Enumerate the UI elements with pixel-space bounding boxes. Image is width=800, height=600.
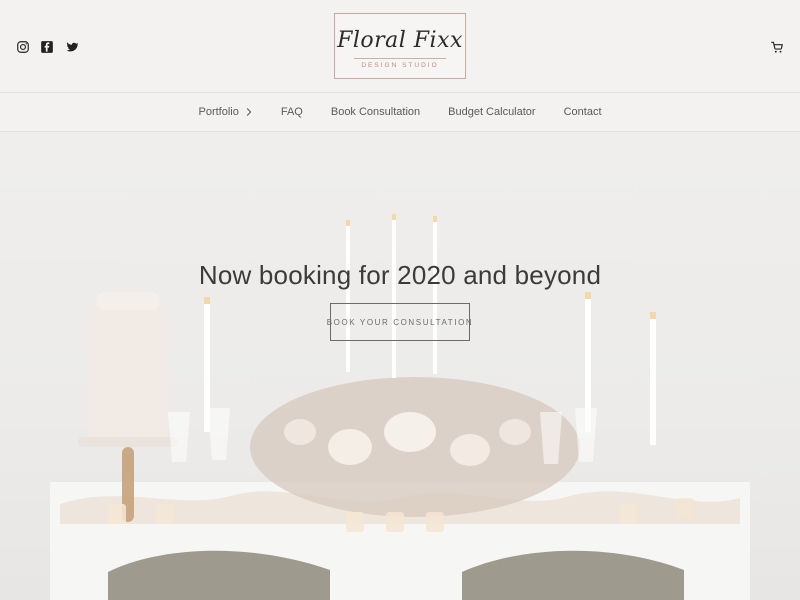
logo-subtext: DESIGN STUDIO <box>361 61 439 69</box>
twitter-glyph <box>66 42 78 52</box>
nav-item-label: Portfolio <box>198 106 239 118</box>
nav-item-label: Book Consultation <box>330 106 421 118</box>
twitter-icon[interactable] <box>64 40 78 54</box>
nav-item-book-consultation[interactable]: Book Consultation <box>317 106 434 118</box>
facebook-icon[interactable] <box>40 40 54 54</box>
nav-item-faq[interactable]: FAQ <box>267 106 317 118</box>
flower <box>328 429 372 465</box>
nav-item-label: FAQ <box>280 106 303 118</box>
cart-icon[interactable] <box>770 40 784 54</box>
hero-illustration <box>50 214 750 600</box>
webpage: Floral Fixx DESIGN STUDIO Portfolio FAQ <box>0 0 800 600</box>
chevron-right-icon <box>245 108 253 116</box>
hero-section: Now booking for 2020 and beyond BOOK YOU… <box>0 132 800 600</box>
flower <box>499 419 531 445</box>
logo-text: Floral Fixx <box>337 27 463 53</box>
book-consultation-button[interactable]: BOOK YOUR CONSULTATION <box>327 303 472 342</box>
hero-text: Now booking for 2020 and beyond BOOK YOU… <box>0 260 800 342</box>
nav-item-label: Contact <box>563 106 602 118</box>
instagram-icon[interactable] <box>16 40 30 54</box>
flower <box>284 419 316 445</box>
brand-logo[interactable]: Floral Fixx DESIGN STUDIO <box>334 13 466 79</box>
hero-headline: Now booking for 2020 and beyond <box>198 260 602 290</box>
cake-plate <box>78 437 178 447</box>
site-header: Floral Fixx DESIGN STUDIO <box>0 0 800 92</box>
cart-glyph <box>771 41 783 53</box>
chevron-right-glyph <box>246 108 251 116</box>
nav-item-contact[interactable]: Contact <box>550 106 616 118</box>
nav-item-label: Budget Calculator <box>448 106 536 118</box>
flower <box>384 412 436 452</box>
flower <box>450 434 490 466</box>
main-nav: Portfolio FAQ Book Consultation Budget C… <box>0 92 800 132</box>
logo-rule <box>354 57 446 59</box>
facebook-glyph <box>41 41 53 53</box>
nav-item-budget-calculator[interactable]: Budget Calculator <box>434 106 549 118</box>
social-links <box>16 40 78 54</box>
instagram-glyph <box>17 41 29 53</box>
nav-item-portfolio[interactable]: Portfolio <box>184 106 266 118</box>
